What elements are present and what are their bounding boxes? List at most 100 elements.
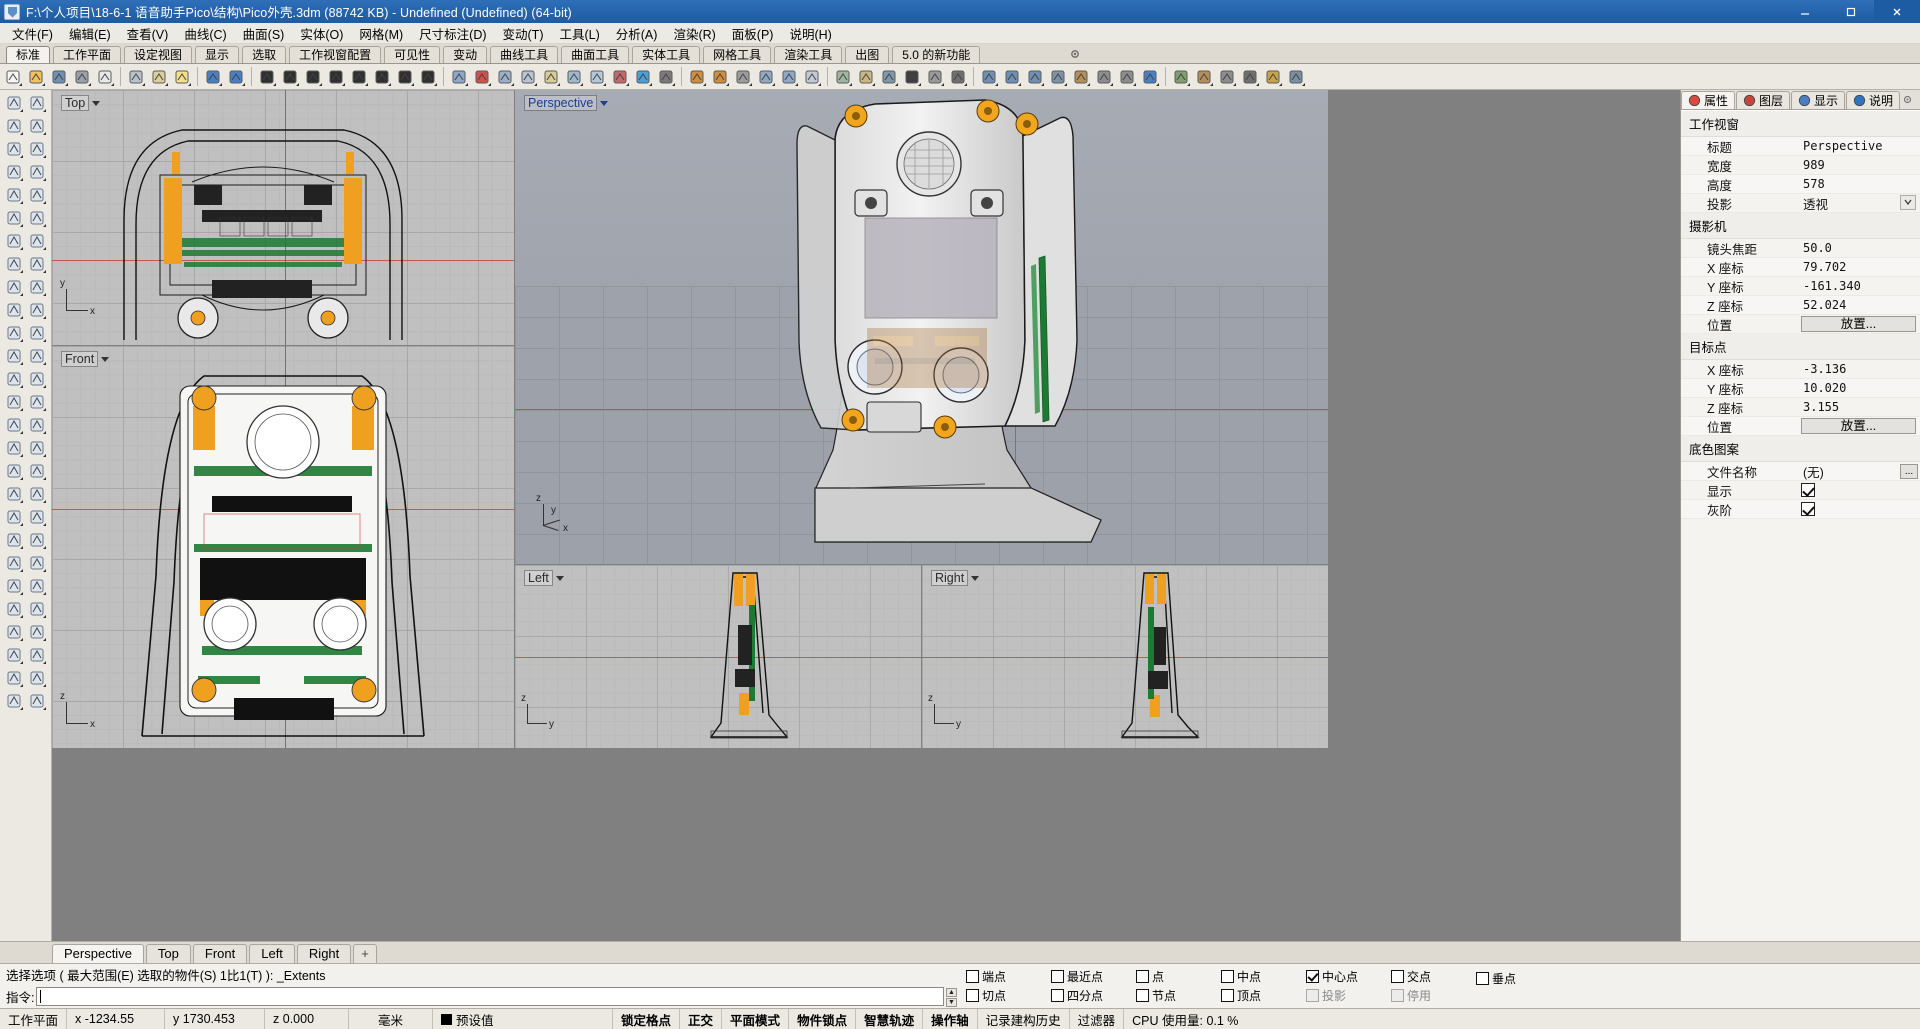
array-icon[interactable] [755,66,777,88]
property-combo[interactable]: 透视 [1799,194,1918,213]
text-icon[interactable] [901,66,923,88]
viewport-label-left[interactable]: Left [521,569,567,587]
toolbar-tab-10[interactable]: 实体工具 [632,46,700,63]
property-value[interactable]: -3.136 [1799,362,1920,376]
osnap-4-bottom[interactable]: 投影 [1306,987,1387,1004]
points-icon[interactable] [26,115,48,137]
curve2-icon[interactable] [348,66,370,88]
freeform-curve-icon[interactable] [3,230,25,252]
viewport-perspective[interactable]: z y x Perspective [515,90,1328,564]
chevron-down-icon[interactable] [101,357,109,362]
mesh-from-nurbs-icon[interactable] [26,391,48,413]
mirror-icon[interactable] [778,66,800,88]
sweep-icon[interactable] [540,66,562,88]
checkbox[interactable] [1221,970,1234,983]
paste-icon[interactable] [148,66,170,88]
arc-icon[interactable] [302,66,324,88]
measure-tool-icon[interactable] [26,621,48,643]
circle-tool-icon[interactable] [3,161,25,183]
status-toggle-osnap[interactable]: 物件锁点 [789,1009,856,1029]
block-icon[interactable] [1193,66,1215,88]
leader-icon[interactable] [947,66,969,88]
hatch-tool-icon[interactable] [3,575,25,597]
curve5-icon[interactable] [417,66,439,88]
zoom-extents-icon[interactable] [978,66,1000,88]
print-icon[interactable] [71,66,93,88]
extend-tool-icon[interactable] [26,529,48,551]
chevron-down-icon[interactable] [971,576,979,581]
leader-tool-icon[interactable] [26,575,48,597]
chevron-down-icon[interactable] [600,101,608,106]
solid-box-icon[interactable] [3,322,25,344]
spinner-down[interactable]: ▼ [946,998,957,1007]
select-arrow-icon[interactable] [3,92,25,114]
viewport-label-perspective[interactable]: Perspective [521,94,611,112]
menu-item-12[interactable]: 面板(P) [724,22,782,45]
toolbar-tab-1[interactable]: 工作平面 [53,46,121,63]
toolbar-tab-8[interactable]: 曲线工具 [490,46,558,63]
panel-tab-display[interactable]: 显示 [1791,91,1845,109]
transform-rotate-icon[interactable] [26,414,48,436]
export-tool-icon[interactable] [26,690,48,712]
panel-tab-help[interactable]: 说明 [1846,91,1900,109]
status-toggle-gumball[interactable]: 操作轴 [923,1009,978,1029]
block-tool-icon[interactable] [26,598,48,620]
point-icon[interactable] [26,92,48,114]
osnap-0-top[interactable]: 端点 [966,968,1047,985]
explode-icon[interactable] [1285,66,1307,88]
render-preview-icon[interactable] [1070,66,1092,88]
dim-icon[interactable] [878,66,900,88]
sweep1-icon[interactable] [3,299,25,321]
property-checkbox[interactable] [1801,502,1815,516]
osnap-5-bottom[interactable]: 停用 [1391,987,1472,1004]
help-icon[interactable] [1139,66,1161,88]
property-checkbox[interactable] [1801,483,1815,497]
boolean-diff-icon[interactable] [26,368,48,390]
viewport-front[interactable]: z x Front [52,346,514,748]
checkbox[interactable] [1136,989,1149,1002]
boolean-icon[interactable] [686,66,708,88]
status-record-history[interactable]: 记录建构历史 [978,1009,1070,1029]
curve3-icon[interactable] [371,66,393,88]
sphere-icon[interactable] [609,66,631,88]
toolbar-tab-7[interactable]: 变动 [443,46,487,63]
lock-icon[interactable] [1262,66,1284,88]
minimize-button[interactable] [1782,0,1828,23]
line-icon[interactable] [256,66,278,88]
menu-item-0[interactable]: 文件(F) [4,22,61,45]
checkbox[interactable] [1391,970,1404,983]
solid-cylinder-icon[interactable] [3,345,25,367]
toolbar-tab-4[interactable]: 选取 [242,46,286,63]
hide-icon[interactable] [1239,66,1261,88]
toolbar-tab-9[interactable]: 曲面工具 [561,46,629,63]
chevron-down-icon[interactable] [1900,195,1916,210]
toolbar-options-icon[interactable] [1068,47,1082,61]
toolbar-tab-13[interactable]: 出图 [845,46,889,63]
checkbox[interactable] [1221,989,1234,1002]
arc-tool-icon[interactable] [3,184,25,206]
menu-item-3[interactable]: 曲线(C) [176,22,234,45]
osnap-5-top[interactable]: 交点 [1391,968,1472,985]
panel-tab-layers[interactable]: 图层 [1736,91,1790,109]
color-wheel-icon[interactable] [632,66,654,88]
toolbar-tab-14[interactable]: 5.0 的新功能 [892,46,980,63]
checkbox[interactable] [1051,970,1064,983]
osnap-4-top[interactable]: 中心点 [1306,968,1387,985]
patch-icon[interactable] [563,66,585,88]
polyline-icon[interactable] [279,66,301,88]
status-toggle-ortho[interactable]: 正交 [680,1009,722,1029]
solid-sphere-icon[interactable] [26,322,48,344]
analyze-icon[interactable] [855,66,877,88]
osnap-0-bottom[interactable]: 切点 [966,987,1047,1004]
save-icon[interactable] [48,66,70,88]
extrude-icon[interactable] [471,66,493,88]
osnap-3-top[interactable]: 中点 [1221,968,1302,985]
surface-tool-icon[interactable] [3,253,25,275]
property-value[interactable]: 10.020 [1799,381,1920,395]
dimension-tool-icon[interactable] [3,552,25,574]
curve-tool-icon[interactable] [26,184,48,206]
menu-item-9[interactable]: 工具(L) [551,22,607,45]
status-cplane[interactable]: 工作平面 [0,1009,67,1029]
hatch-icon[interactable] [924,66,946,88]
cut-icon[interactable] [125,66,147,88]
